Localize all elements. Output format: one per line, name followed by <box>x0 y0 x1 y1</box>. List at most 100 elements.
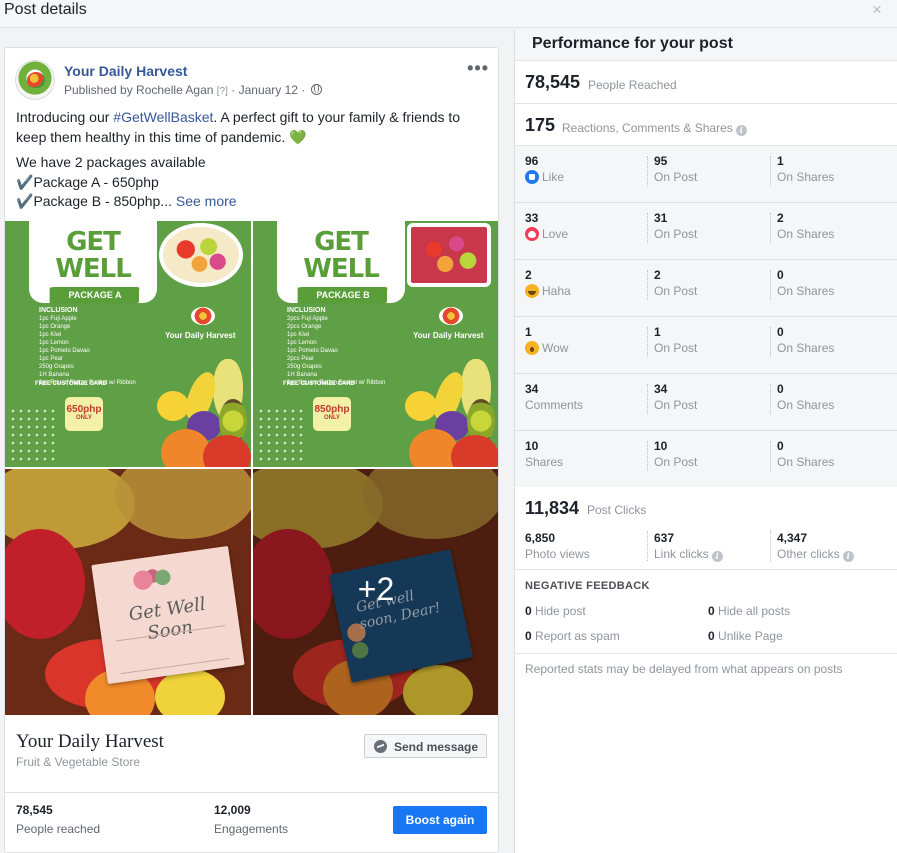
lemon-icon <box>157 391 189 421</box>
more-options-icon[interactable]: ••• <box>467 58 489 79</box>
publisher-text[interactable]: Published by Rochelle Agan <box>64 83 213 97</box>
get-well-card-photo[interactable]: Get Well Soon <box>5 469 251 715</box>
reaction-row-haha: 2 Haha 2 On Post 0 On Shares <box>515 260 897 317</box>
boost-again-button[interactable]: Boost again <box>393 806 487 834</box>
inclusion-item: 1pc Kiwi <box>287 332 310 338</box>
on-shares-value: 0 <box>777 268 784 282</box>
brand-logo-icon <box>439 307 463 325</box>
poster-title-line-1: GET WELL <box>303 227 380 284</box>
inclusion-item: 1pc Pear <box>39 356 64 362</box>
help-marker[interactable]: [?] <box>217 86 228 97</box>
price-tag: 650php ONLY <box>65 397 103 431</box>
reaction-on-post: 31 On Post <box>654 211 697 241</box>
close-icon[interactable]: × <box>869 1 885 18</box>
package-b-text: Package B - 850php... <box>33 193 172 209</box>
love-icon <box>525 227 539 241</box>
hide-post-label: Hide post <box>535 604 586 618</box>
messenger-icon <box>374 740 387 753</box>
post-clicks-section: 11,834 Post Clicks 6,850 Photo views 637… <box>515 487 897 570</box>
column-separator <box>647 156 648 186</box>
column-separator <box>647 213 648 243</box>
reaction-on-post: 95 On Post <box>654 154 697 184</box>
post-date[interactable]: January 12 <box>239 83 298 97</box>
green-heart-icon: 💚 <box>289 128 307 145</box>
hide-all-posts-stat: 0 Hide all posts <box>708 604 790 618</box>
link-clicks-text: Link clicks <box>654 547 709 561</box>
reaction-on-post: 1 On Post <box>654 325 697 355</box>
apple-icon <box>203 435 251 467</box>
like-icon <box>525 170 539 184</box>
engagement-caption: Reactions, Comments & Shares i <box>562 121 747 136</box>
reaction-total-value: 2 <box>525 268 532 282</box>
reaction-on-shares: 0 On Shares <box>777 325 834 355</box>
reaction-total-value: 34 <box>525 382 539 396</box>
people-reached-caption: People Reached <box>588 78 677 92</box>
poster-package-a-image[interactable]: GET WELLBASKET PACKAGE A INCLUSION 1pc F… <box>5 221 251 467</box>
engagement-section: 175 Reactions, Comments & Shares i <box>515 104 897 146</box>
fruit-basket-illustration <box>159 223 243 287</box>
report-spam-stat: 0 Report as spam <box>525 629 620 643</box>
post-intro-text: Introducing our <box>16 109 114 125</box>
unlike-page-stat: 0 Unlike Page <box>708 629 783 643</box>
on-shares-label: On Shares <box>777 455 835 469</box>
column-separator <box>770 327 771 357</box>
inclusion-item: 2pcs Fuji Apple <box>287 316 328 322</box>
column-separator <box>770 156 771 186</box>
reaction-total: 2 Haha <box>525 268 571 298</box>
reaction-label-text: Comments <box>525 398 584 412</box>
price-value: 650php <box>66 404 102 415</box>
post-intro: Introducing our #GetWellBasket. A perfec… <box>16 108 486 147</box>
hashtag-link[interactable]: #GetWellBasket <box>113 109 213 125</box>
on-shares-label: On Shares <box>777 398 835 412</box>
inclusion-item: 1pc Kiwi <box>39 332 62 338</box>
more-photos-count[interactable]: +2 <box>253 571 498 608</box>
page-name-link[interactable]: Your Daily Harvest <box>64 63 187 79</box>
packages-line: We have 2 packages available <box>16 154 206 170</box>
footer-page-name[interactable]: Your Daily Harvest <box>16 731 164 753</box>
on-shares-value: 1 <box>777 154 784 168</box>
reaction-total: 33 Love <box>525 211 568 241</box>
reaction-row-comments: 34 Comments 34 On Post 0 On Shares <box>515 374 897 431</box>
inclusion-item: 1H Banana <box>39 372 70 378</box>
reaction-on-shares: 1 On Shares <box>777 154 834 184</box>
on-shares-label: On Shares <box>777 170 835 184</box>
see-more-link[interactable]: See more <box>176 193 237 209</box>
inclusion-item: 1pc Fuji Apple <box>39 316 77 322</box>
negative-feedback-section: NEGATIVE FEEDBACK 0 Hide post 0 Hide all… <box>515 570 897 654</box>
info-icon[interactable]: i <box>842 551 854 562</box>
reaction-total: 34 Comments <box>525 382 583 412</box>
check-icon: ✔️ <box>16 193 34 209</box>
hide-all-value: 0 <box>708 604 715 618</box>
check-icon: ✔️ <box>16 173 34 190</box>
poster-package-b-image[interactable]: GET WELLBASKET PACKAGE B INCLUSION 2pcs … <box>253 221 498 467</box>
reaction-label: Haha <box>525 284 571 298</box>
page-avatar[interactable] <box>15 60 55 100</box>
info-icon[interactable]: i <box>735 125 747 136</box>
price-sub: ONLY <box>323 415 341 421</box>
more-photos-tile[interactable]: Get well soon, Dear! +2 <box>253 469 498 715</box>
inclusion-item: 250g Grapes <box>287 364 322 370</box>
people-reached-value: 78,545 <box>16 803 53 817</box>
info-icon[interactable]: i <box>711 551 723 562</box>
column-separator <box>770 531 771 561</box>
reaction-on-shares: 2 On Shares <box>777 211 834 241</box>
column-separator <box>770 270 771 300</box>
send-message-button[interactable]: Send message <box>364 734 487 758</box>
reaction-on-shares: 0 On Shares <box>777 268 834 298</box>
brand-logo-icon <box>191 307 215 325</box>
on-shares-label: On Shares <box>777 284 835 298</box>
package-a-text: Package A - 650php <box>33 173 159 190</box>
reaction-row-wow: 1 Wow 1 On Post 0 On Shares <box>515 317 897 374</box>
inclusion-item: 1pc Orange <box>39 324 71 330</box>
on-post-value: 10 <box>654 439 668 453</box>
reaction-label-text: Love <box>542 227 569 241</box>
on-post-label: On Post <box>654 227 698 241</box>
divider <box>5 792 498 793</box>
inclusion-item: 2pcs Orange <box>287 324 322 330</box>
lemon-icon <box>405 391 437 421</box>
other-clicks-label: Other clicks i <box>777 547 854 562</box>
reaction-total: 96 Like <box>525 154 564 184</box>
negative-feedback-title: NEGATIVE FEEDBACK <box>525 580 650 592</box>
column-separator <box>770 441 771 471</box>
meta-separator: · <box>231 83 236 97</box>
